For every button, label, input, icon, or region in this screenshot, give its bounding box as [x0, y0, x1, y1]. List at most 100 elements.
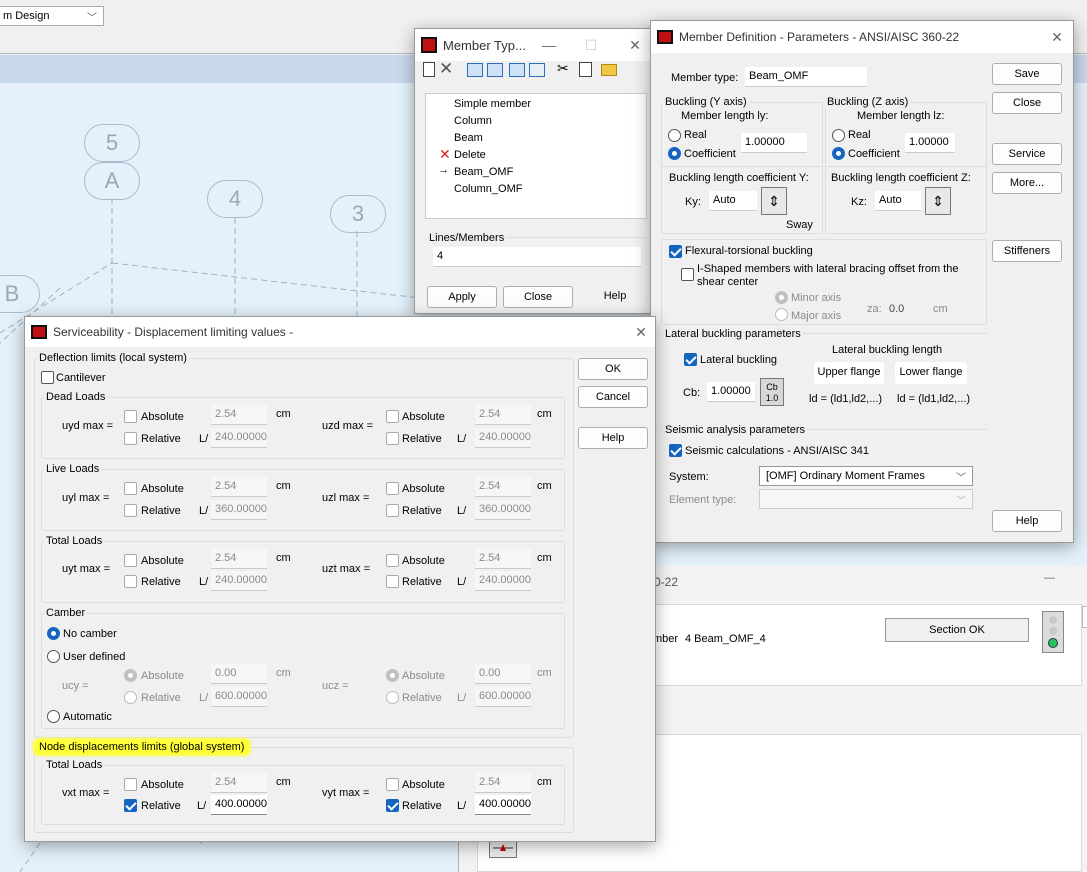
ucz-absolute-radio[interactable] [386, 669, 399, 682]
list-item-beam-omf[interactable]: Beam_OMF [454, 166, 513, 178]
uyl-relative-input[interactable]: 360.00000 [211, 500, 267, 520]
help-button[interactable]: Help [992, 510, 1062, 532]
vyt-relative-input[interactable]: 400.00000 [475, 795, 531, 815]
ucy-relative-radio[interactable] [124, 691, 137, 704]
upper-flange-button[interactable]: Upper flange [814, 362, 884, 384]
cb-calculator-button[interactable]: Cb 1.0 [760, 378, 784, 406]
ucz-relative-radio[interactable] [386, 691, 399, 704]
ok-button[interactable]: OK [578, 358, 648, 380]
maximize-icon[interactable]: ☐ [577, 34, 605, 56]
uzd-absolute-input[interactable]: 2.54 [475, 405, 531, 425]
uzd-relative-checkbox[interactable] [386, 432, 399, 445]
uyl-absolute-checkbox[interactable] [124, 482, 137, 495]
uzl-absolute-input[interactable]: 2.54 [475, 477, 531, 497]
automatic-radio[interactable] [47, 710, 60, 723]
list-view-icon[interactable] [509, 63, 525, 77]
vxt-absolute-checkbox[interactable] [124, 778, 137, 791]
close-icon[interactable]: ✕ [627, 321, 655, 343]
large-icons-view-icon[interactable] [467, 63, 483, 77]
uzd-relative-input[interactable]: 240.00000 [475, 428, 531, 448]
uzl-relative-checkbox[interactable] [386, 504, 399, 517]
minimize-icon[interactable]: — [1044, 572, 1055, 584]
no-camber-radio[interactable] [47, 627, 60, 640]
minor-axis-radio[interactable] [775, 291, 788, 304]
uzt-absolute-input[interactable]: 2.54 [475, 549, 531, 569]
cut-icon[interactable]: ✂ [557, 60, 569, 77]
cancel-button[interactable]: Cancel [578, 386, 648, 408]
uyt-relative-checkbox[interactable] [124, 575, 137, 588]
vyt-absolute-input[interactable]: 2.54 [475, 773, 531, 793]
properties-icon[interactable] [579, 62, 592, 77]
ucy-absolute-input[interactable]: 0.00 [211, 664, 267, 684]
lower-flange-button[interactable]: Lower flange [895, 362, 967, 384]
vxt-relative-checkbox[interactable] [124, 799, 137, 812]
design-mode-combo[interactable]: m Design ﹀ [0, 6, 104, 26]
close-button[interactable]: Close [992, 92, 1062, 114]
save-button[interactable]: Save [992, 63, 1062, 85]
lateral-buckling-checkbox[interactable] [684, 353, 697, 366]
uyl-relative-checkbox[interactable] [124, 504, 137, 517]
ucy-relative-input[interactable]: 600.00000 [211, 687, 267, 707]
uyd-relative-input[interactable]: 240.00000 [211, 428, 267, 448]
ucz-absolute-input[interactable]: 0.00 [475, 664, 531, 684]
help-button[interactable]: Help [580, 286, 650, 308]
ucy-absolute-radio[interactable] [124, 669, 137, 682]
uzl-absolute-checkbox[interactable] [386, 482, 399, 495]
major-axis-radio[interactable] [775, 308, 788, 321]
user-defined-radio[interactable] [47, 650, 60, 663]
cantilever-checkbox[interactable] [41, 371, 54, 384]
real-y-radio[interactable] [668, 129, 681, 142]
service-button[interactable]: Service [992, 143, 1062, 165]
stiffeners-button[interactable]: Stiffeners [992, 240, 1062, 262]
close-icon[interactable]: ✕ [1043, 26, 1071, 48]
ishaped-checkbox[interactable] [681, 268, 694, 281]
close-icon[interactable]: ✕ [621, 34, 649, 56]
uyt-absolute-input[interactable]: 2.54 [211, 549, 267, 569]
minimize-icon[interactable]: — [535, 34, 563, 56]
lines-members-input[interactable]: 4 [433, 247, 641, 267]
ftb-checkbox[interactable] [669, 245, 682, 258]
help-button[interactable]: Help [578, 427, 648, 449]
uyd-relative-checkbox[interactable] [124, 432, 137, 445]
ucz-relative-input[interactable]: 600.00000 [475, 687, 531, 707]
za-value[interactable]: 0.0 [889, 303, 904, 315]
coefficient-y-radio[interactable] [668, 147, 681, 160]
kz-picker-icon[interactable]: ⇕ [925, 187, 951, 215]
cb-input[interactable]: 1.00000 [707, 382, 755, 402]
small-icons-view-icon[interactable] [487, 63, 503, 77]
length-z-input[interactable]: 1.00000 [905, 133, 955, 153]
seismic-calc-checkbox[interactable] [669, 444, 682, 457]
uzd-absolute-checkbox[interactable] [386, 410, 399, 423]
uyl-absolute-input[interactable]: 2.54 [211, 477, 267, 497]
kz-input[interactable]: Auto [875, 191, 921, 211]
member-type-input[interactable]: Beam_OMF [745, 67, 867, 87]
list-item-beam[interactable]: Beam [454, 132, 483, 144]
uzt-absolute-checkbox[interactable] [386, 554, 399, 567]
vxt-relative-input[interactable]: 400.00000 [211, 795, 267, 815]
vxt-absolute-input[interactable]: 2.54 [211, 773, 267, 793]
element-type-select[interactable]: ﹀ [759, 489, 973, 509]
more-button[interactable]: More... [992, 172, 1062, 194]
length-y-input[interactable]: 1.00000 [741, 133, 807, 153]
details-view-icon[interactable] [529, 63, 545, 77]
open-folder-icon[interactable] [601, 64, 617, 76]
coefficient-z-radio[interactable] [832, 147, 845, 160]
delete-icon[interactable]: ✕ [439, 59, 453, 79]
vyt-relative-checkbox[interactable] [386, 799, 399, 812]
uyd-absolute-checkbox[interactable] [124, 410, 137, 423]
ky-picker-icon[interactable]: ⇕ [761, 187, 787, 215]
uzt-relative-input[interactable]: 240.00000 [475, 571, 531, 591]
uyt-absolute-checkbox[interactable] [124, 554, 137, 567]
vyt-absolute-checkbox[interactable] [386, 778, 399, 791]
new-document-icon[interactable] [423, 62, 435, 77]
ky-input[interactable]: Auto [709, 191, 757, 211]
close-button[interactable]: Close [503, 286, 573, 308]
uzl-relative-input[interactable]: 360.00000 [475, 500, 531, 520]
uyd-absolute-input[interactable]: 2.54 [211, 405, 267, 425]
uyt-relative-input[interactable]: 240.00000 [211, 571, 267, 591]
real-z-radio[interactable] [832, 129, 845, 142]
list-item-delete[interactable]: Delete [454, 149, 486, 161]
list-item-column[interactable]: Column [454, 115, 492, 127]
uzt-relative-checkbox[interactable] [386, 575, 399, 588]
list-item-column-omf[interactable]: Column_OMF [454, 183, 522, 195]
